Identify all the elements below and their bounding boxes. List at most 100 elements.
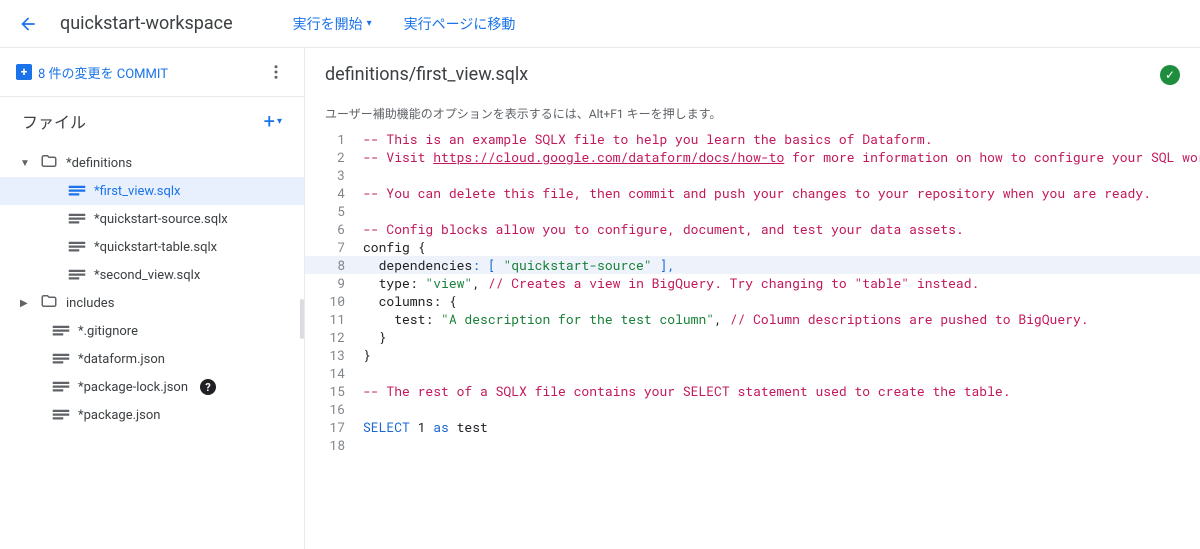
file-path-heading: definitions/first_view.sqlx — [325, 64, 1160, 85]
code-token: "A description for the test column" — [441, 310, 714, 328]
tree-label: *.gitignore — [78, 324, 138, 339]
line-number: 10 — [305, 292, 363, 310]
tree-file-package-json[interactable]: *package.json — [0, 401, 304, 429]
line-number: 16 — [305, 400, 363, 418]
folder-icon — [40, 152, 58, 174]
line-number: 6 — [305, 220, 363, 238]
tree-folder-includes[interactable]: ▶ includes — [0, 289, 304, 317]
code-token: -- The rest of a SQLX file contains your… — [363, 382, 1011, 400]
plus-icon: + — [16, 64, 32, 80]
workspace-title: quickstart-workspace — [60, 13, 233, 34]
start-execution-label: 実行を開始 — [293, 14, 363, 34]
caret-down-icon: ▾ — [277, 116, 282, 127]
code-token: "quickstart-source" — [503, 256, 651, 274]
line-number: 17 — [305, 418, 363, 436]
go-to-execution-link[interactable]: 実行ページに移動 — [404, 14, 516, 34]
tree-file-package-lock[interactable]: *package-lock.json ? — [0, 373, 304, 401]
code-token: , — [472, 274, 488, 292]
commit-label: 8 件の変更を COMMIT — [38, 63, 168, 82]
tree-file-gitignore[interactable]: *.gitignore — [0, 317, 304, 345]
code-token: type — [363, 274, 410, 292]
tree-file-second-view[interactable]: *second_view.sqlx — [0, 261, 304, 289]
tree-label: *quickstart-source.sqlx — [94, 212, 228, 227]
accessibility-hint: ユーザー補助機能のオプションを表示するには、Alt+F1 キーを押します。 — [305, 101, 1200, 130]
code-token: -- Visit — [363, 148, 433, 166]
code-token: ], — [652, 256, 675, 274]
code-token: -- This is an example SQLX file to help … — [363, 130, 933, 148]
more-menu-button[interactable] — [264, 60, 288, 84]
sqlx-icon — [68, 240, 86, 254]
code-token: SELECT — [363, 418, 410, 436]
code-token: } — [363, 346, 371, 364]
file-icon — [52, 352, 70, 366]
tree-label: includes — [66, 296, 114, 311]
code-token: // Creates a view in BigQuery. Try chang… — [488, 274, 979, 292]
sqlx-icon — [68, 184, 86, 198]
line-number: 8 — [305, 256, 363, 274]
tree-label: *quickstart-table.sqlx — [94, 240, 217, 255]
tree-file-quickstart-table[interactable]: *quickstart-table.sqlx — [0, 233, 304, 261]
code-token: config { — [363, 238, 425, 256]
line-number: 13 — [305, 346, 363, 364]
chevron-down-icon: ▼ — [20, 158, 32, 169]
code-token: 1 — [410, 418, 433, 436]
folder-icon — [40, 292, 58, 314]
tree-file-dataform-json[interactable]: *dataform.json — [0, 345, 304, 373]
tree-label: *second_view.sqlx — [94, 268, 200, 283]
code-editor[interactable]: 1-- This is an example SQLX file to help… — [305, 130, 1200, 549]
code-token: test — [363, 310, 425, 328]
sqlx-icon — [68, 268, 86, 282]
line-number: 7 — [305, 238, 363, 256]
tree-label: *package-lock.json — [78, 380, 188, 395]
line-number: 12 — [305, 328, 363, 346]
files-heading: ファイル — [22, 109, 86, 133]
code-token: : { — [433, 292, 456, 310]
code-token: "view" — [425, 274, 472, 292]
code-token: -- Config blocks allow you to configure,… — [363, 220, 964, 238]
line-number: 15 — [305, 382, 363, 400]
code-token: // Column descriptions are pushed to Big… — [730, 310, 1089, 328]
plus-icon: + — [264, 109, 275, 133]
commit-button[interactable]: + 8 件の変更を COMMIT — [16, 63, 264, 82]
code-token: : — [425, 310, 441, 328]
file-icon — [52, 408, 70, 422]
sidebar-resize-handle[interactable] — [300, 299, 304, 339]
file-icon — [52, 380, 70, 394]
code-token: as — [433, 418, 449, 436]
caret-down-icon: ▾ — [367, 18, 372, 29]
file-icon — [52, 324, 70, 338]
tree-label: *first_view.sqlx — [94, 184, 181, 199]
line-number: 3 — [305, 166, 363, 184]
code-token: : [ — [472, 256, 503, 274]
line-number: 18 — [305, 436, 363, 454]
line-number: 14 — [305, 364, 363, 382]
file-tree: ▼ *definitions *first_view.sqlx *quickst… — [0, 145, 304, 433]
start-execution-button[interactable]: 実行を開始 ▾ — [293, 14, 372, 34]
status-ok-icon: ✓ — [1160, 65, 1180, 85]
code-token: -- You can delete this file, then commit… — [363, 184, 1151, 202]
code-token: } — [363, 328, 386, 346]
sqlx-icon — [68, 212, 86, 226]
tree-label: *package.json — [78, 408, 160, 423]
tree-label: *definitions — [66, 156, 132, 171]
line-number: 4 — [305, 184, 363, 202]
tree-folder-definitions[interactable]: ▼ *definitions — [0, 149, 304, 177]
help-icon[interactable]: ? — [200, 379, 216, 395]
tree-file-first-view[interactable]: *first_view.sqlx — [0, 177, 304, 205]
line-number: 9 — [305, 274, 363, 292]
tree-file-quickstart-source[interactable]: *quickstart-source.sqlx — [0, 205, 304, 233]
back-button[interactable] — [16, 12, 40, 36]
tree-label: *dataform.json — [78, 352, 165, 367]
code-token: dependencies — [363, 256, 472, 274]
code-token: : — [410, 274, 426, 292]
code-token: columns — [363, 292, 433, 310]
code-link[interactable]: https://cloud.google.com/dataform/docs/h… — [433, 148, 784, 166]
chevron-right-icon: ▶ — [20, 298, 32, 309]
line-number: 2 — [305, 148, 363, 166]
code-token: for more information on how to configure… — [784, 148, 1200, 166]
add-file-button[interactable]: + ▾ — [264, 109, 282, 133]
line-number: 5 — [305, 202, 363, 220]
line-number: 1 — [305, 130, 363, 148]
line-number: 11 — [305, 310, 363, 328]
code-token: test — [449, 418, 488, 436]
